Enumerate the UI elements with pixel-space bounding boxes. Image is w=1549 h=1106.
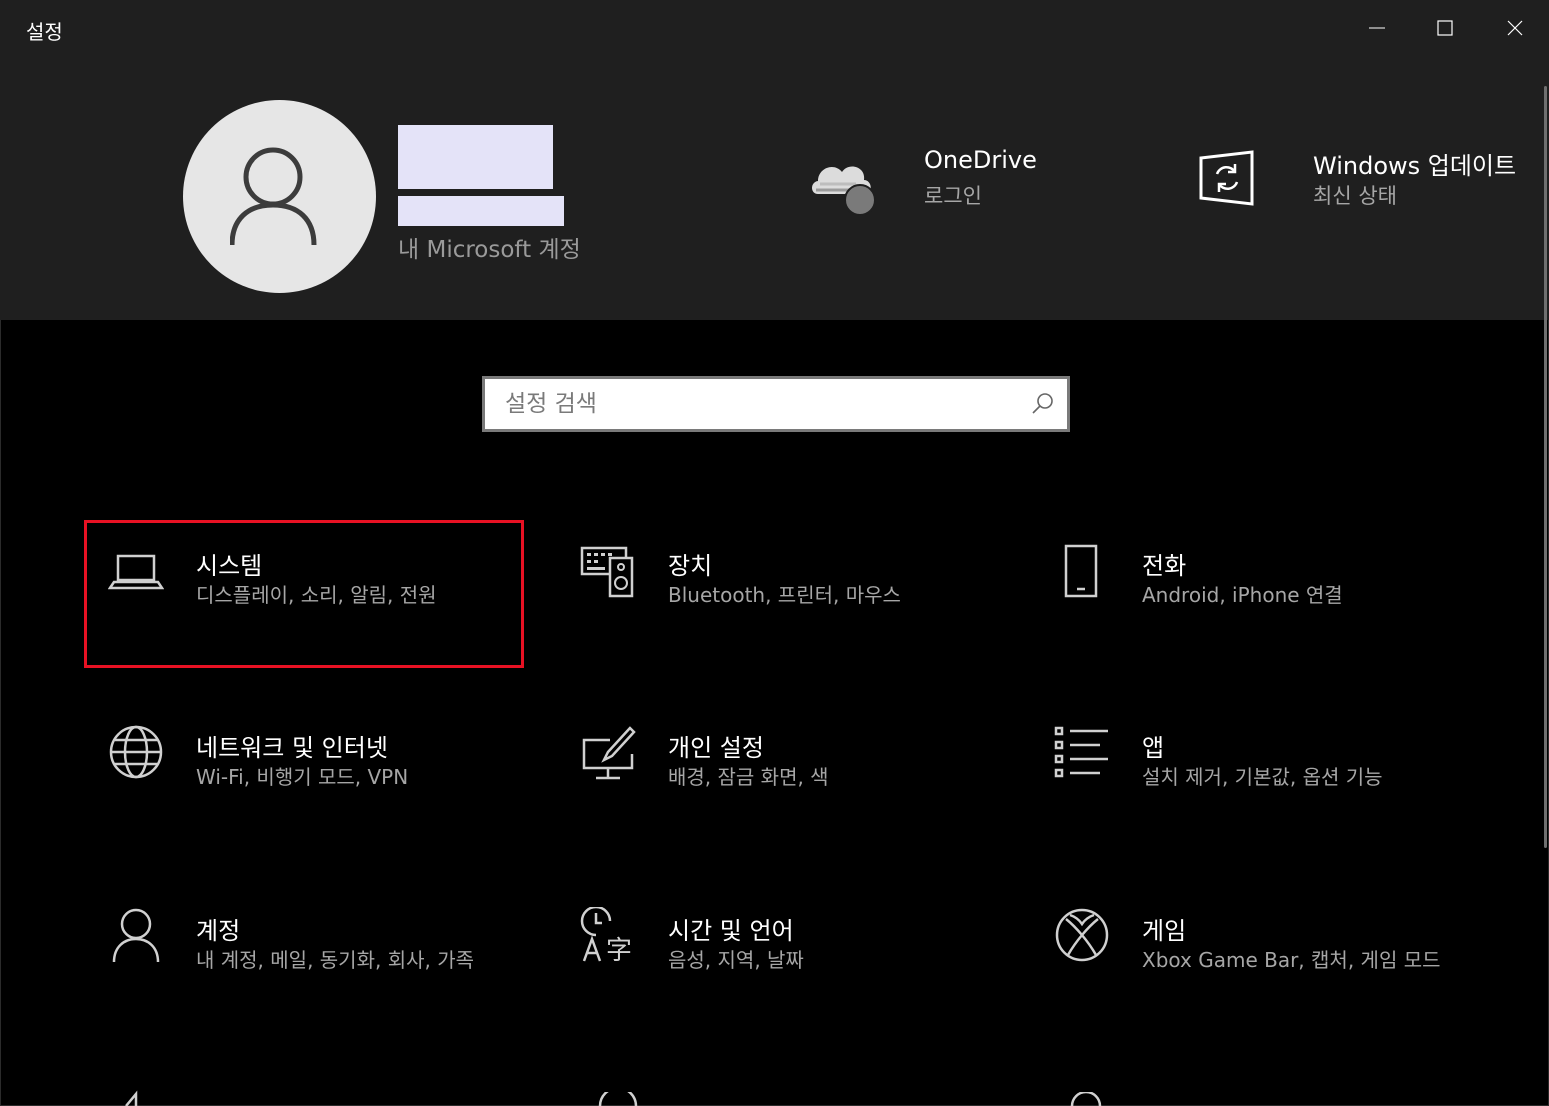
tile-network-title: 네트워크 및 인터넷	[196, 734, 388, 762]
windows-update-title[interactable]: Windows 업데이트	[1313, 146, 1516, 181]
redacted-user-email	[398, 196, 564, 226]
tile-network[interactable]: 네트워크 및 인터넷 Wi-Fi, 비행기 모드, VPN	[84, 702, 524, 850]
microsoft-account-link[interactable]: 내 Microsoft 계정	[398, 230, 581, 264]
svg-text:字: 字	[606, 936, 632, 963]
close-icon	[1507, 20, 1523, 36]
tile-system[interactable]: 시스템 디스플레이, 소리, 알림, 전원	[84, 520, 524, 668]
privacy-icon-partial[interactable]	[1060, 1092, 1116, 1106]
xbox-icon	[1055, 908, 1109, 962]
tile-apps[interactable]: 앱 설치 제거, 기본값, 옵션 기능	[1030, 702, 1470, 850]
ease-of-access-icon-partial[interactable]	[108, 1090, 164, 1106]
tile-gaming[interactable]: 게임 Xbox Game Bar, 캡처, 게임 모드	[1030, 885, 1470, 1033]
tile-accounts-title: 계정	[196, 917, 241, 945]
tile-apps-title: 앱	[1142, 734, 1165, 762]
apps-list-icon	[1054, 726, 1108, 778]
laptop-icon	[108, 554, 164, 590]
scrollbar-thumb[interactable]	[1544, 86, 1547, 848]
avatar[interactable]	[183, 100, 376, 293]
windows-update-icon[interactable]	[1198, 150, 1256, 206]
tile-phone-title: 전화	[1142, 552, 1187, 580]
windows-update-status: 최신 상태	[1313, 184, 1397, 208]
person-icon	[112, 908, 160, 963]
tile-personalization-subtitle: 배경, 잠금 화면, 색	[668, 765, 829, 789]
tile-accounts[interactable]: 계정 내 계정, 메일, 동기화, 회사, 가족	[84, 885, 524, 1033]
tile-accounts-subtitle: 내 계정, 메일, 동기화, 회사, 가족	[196, 948, 475, 972]
paint-icon	[582, 726, 636, 780]
onedrive-icon[interactable]	[808, 154, 880, 218]
tile-apps-subtitle: 설치 제거, 기본값, 옵션 기능	[1142, 765, 1383, 789]
settings-search-box[interactable]	[482, 376, 1070, 432]
tile-devices-title: 장치	[668, 552, 713, 580]
tile-time-language[interactable]: 字 시간 및 언어 음성, 지역, 날짜	[556, 885, 996, 1033]
tile-system-title: 시스템	[196, 552, 263, 580]
maximize-icon	[1437, 20, 1453, 36]
minimize-icon	[1369, 27, 1385, 29]
globe-icon	[109, 725, 163, 779]
onedrive-title[interactable]: OneDrive	[924, 146, 1037, 174]
title-bar: 설정	[0, 0, 1549, 56]
tile-devices[interactable]: 장치 Bluetooth, 프린터, 마우스	[556, 520, 996, 668]
phone-icon	[1064, 544, 1098, 598]
tile-phone-subtitle: Android, iPhone 연결	[1142, 583, 1343, 607]
devices-icon	[580, 546, 634, 598]
search-category-icon-partial[interactable]	[590, 1092, 646, 1106]
tile-gaming-title: 게임	[1142, 917, 1187, 945]
tile-personalization[interactable]: 개인 설정 배경, 잠금 화면, 색	[556, 702, 996, 850]
search-input[interactable]	[485, 379, 1025, 429]
tile-personalization-title: 개인 설정	[668, 734, 764, 762]
time-language-icon: 字	[580, 907, 632, 963]
search-icon[interactable]	[1030, 392, 1054, 416]
tile-gaming-subtitle: Xbox Game Bar, 캡처, 게임 모드	[1142, 948, 1441, 972]
redacted-user-name	[398, 125, 553, 189]
tile-devices-subtitle: Bluetooth, 프린터, 마우스	[668, 583, 901, 607]
minimize-button[interactable]	[1343, 0, 1411, 56]
tile-system-subtitle: 디스플레이, 소리, 알림, 전원	[196, 583, 437, 607]
window-title: 설정	[26, 20, 63, 44]
tile-network-subtitle: Wi-Fi, 비행기 모드, VPN	[196, 765, 409, 789]
user-avatar-icon	[229, 147, 316, 245]
tile-time-language-title: 시간 및 언어	[668, 917, 794, 945]
close-button[interactable]	[1481, 0, 1549, 56]
tile-phone[interactable]: 전화 Android, iPhone 연결	[1030, 520, 1470, 668]
maximize-button[interactable]	[1411, 0, 1479, 56]
onedrive-status: 로그인	[924, 184, 982, 208]
tile-time-language-subtitle: 음성, 지역, 날짜	[668, 948, 804, 972]
